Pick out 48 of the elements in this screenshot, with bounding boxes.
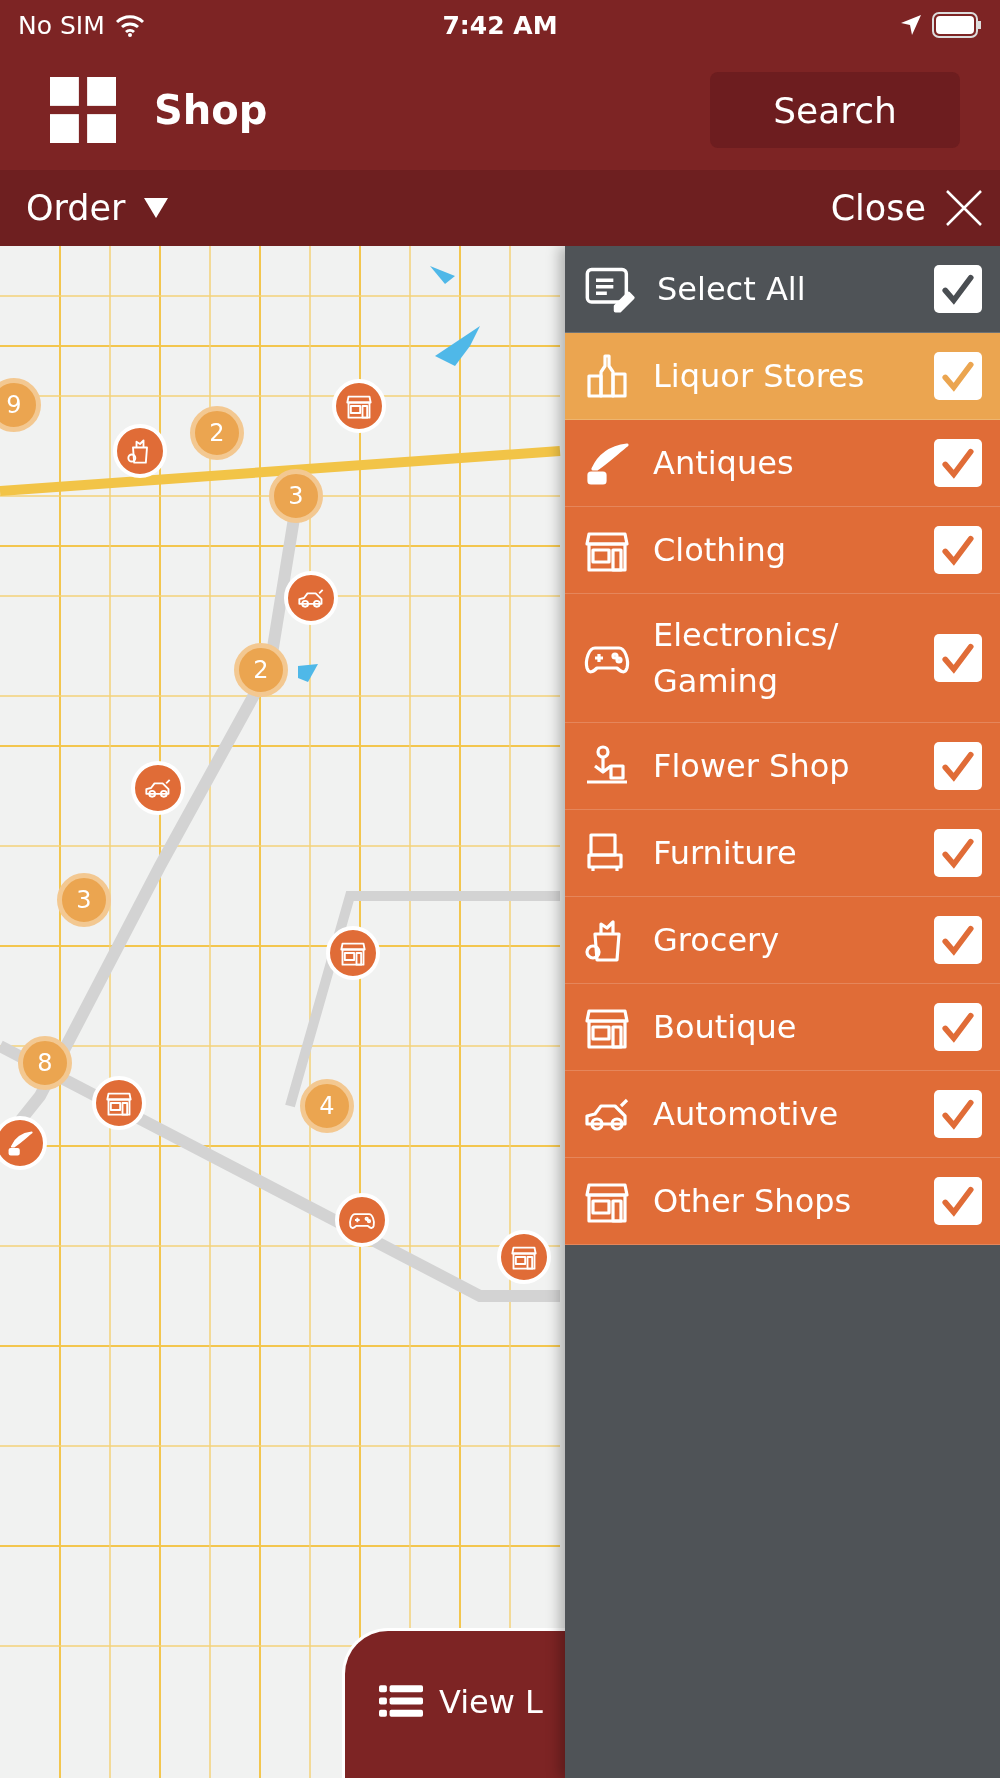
category-label: Boutique xyxy=(653,1007,798,1048)
category-row[interactable]: Liquor Stores xyxy=(565,333,1000,420)
checkbox[interactable] xyxy=(934,742,982,790)
category-row[interactable]: Furniture xyxy=(565,810,1000,897)
category-label: Automotive xyxy=(653,1094,840,1135)
category-row[interactable]: Antiques xyxy=(565,420,1000,507)
grid-menu-icon xyxy=(50,77,116,143)
checkbox[interactable] xyxy=(934,1090,982,1138)
category-row[interactable]: Other Shops xyxy=(565,1158,1000,1245)
wifi-icon xyxy=(114,13,145,37)
checkbox[interactable] xyxy=(934,439,982,487)
close-button[interactable]: Close xyxy=(830,188,984,228)
category-row[interactable]: Clothing xyxy=(565,507,1000,594)
category-label: Furniture xyxy=(653,833,798,874)
carrier-label: No SIM xyxy=(18,10,105,40)
category-label: Electronics/ Gaming xyxy=(653,615,840,702)
checkbox[interactable] xyxy=(934,634,982,682)
search-button[interactable]: Search xyxy=(710,72,960,148)
category-row[interactable]: Automotive xyxy=(565,1071,1000,1158)
select-all-label: Select All xyxy=(657,269,807,310)
checkbox[interactable] xyxy=(934,829,982,877)
battery-icon xyxy=(932,12,982,38)
close-icon xyxy=(944,188,984,228)
view-list-button[interactable]: View L xyxy=(342,1628,565,1778)
category-row[interactable]: Flower Shop xyxy=(565,723,1000,810)
caret-icon xyxy=(143,197,170,219)
category-row[interactable]: Grocery xyxy=(565,897,1000,984)
checkbox[interactable] xyxy=(934,916,982,964)
checkbox[interactable] xyxy=(934,352,982,400)
category-label: Liquor Stores xyxy=(653,356,866,397)
category-row[interactable]: Electronics/ Gaming xyxy=(565,594,1000,723)
checkbox[interactable] xyxy=(934,526,982,574)
clock: 7:42 AM xyxy=(442,10,558,40)
quill-icon xyxy=(6,1129,34,1157)
category-label: Antiques xyxy=(653,443,795,484)
checkbox[interactable] xyxy=(934,1177,982,1225)
checkbox[interactable] xyxy=(934,1003,982,1051)
checkbox[interactable] xyxy=(934,265,982,313)
select-all-row[interactable]: Select All xyxy=(565,246,1000,333)
category-label: Other Shops xyxy=(653,1181,853,1222)
category-label: Grocery xyxy=(653,920,781,961)
order-dropdown[interactable]: Order xyxy=(26,188,170,228)
list-icon xyxy=(379,1683,423,1719)
location-arrow-icon xyxy=(900,14,922,36)
page-title: Shop xyxy=(154,87,269,133)
category-label: Clothing xyxy=(653,530,788,571)
category-label: Flower Shop xyxy=(653,746,851,787)
category-row[interactable]: Boutique xyxy=(565,984,1000,1071)
